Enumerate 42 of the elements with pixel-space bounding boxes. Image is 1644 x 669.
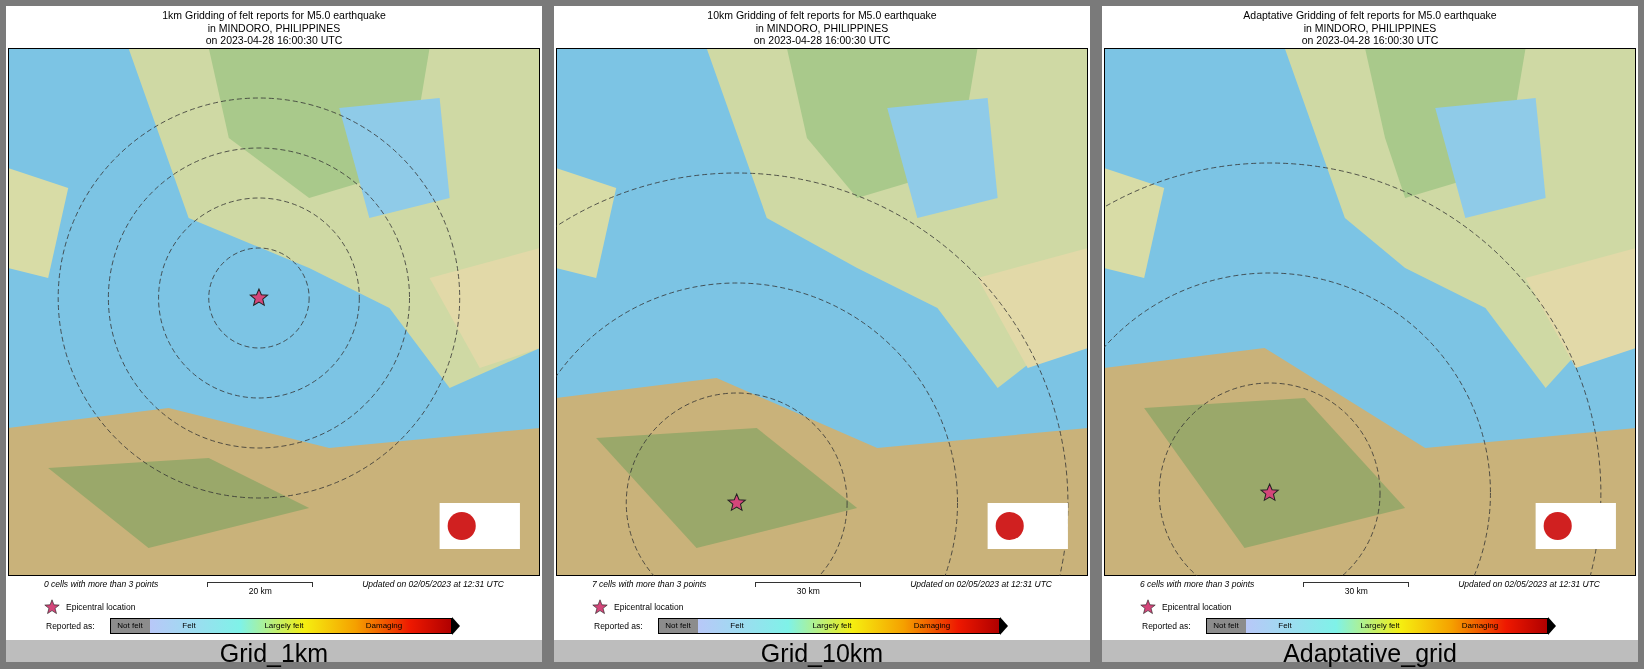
updated-note: Updated on 02/05/2023 at 12:31 UTC (910, 578, 1052, 591)
intensity-class-label: Felt (181, 620, 197, 632)
intensity-class-label: Largely felt (811, 620, 853, 632)
updated-note: Updated on 02/05/2023 at 12:31 UTC (1458, 578, 1600, 591)
reported-as-label: Reported as: (46, 619, 96, 633)
reported-as-label: Reported as: (594, 619, 644, 633)
map-title-line: 1km Gridding of felt reports for M5.0 earthquake (162, 9, 386, 22)
map-title-line: Adaptative Gridding of felt reports for M5.0 earthquake (1243, 9, 1497, 22)
cells-note: 0 cells with more than 3 points (44, 578, 159, 591)
intensity-class-label: Not felt (116, 620, 144, 632)
map-title-line: 10km Gridding of felt reports for M5.0 earthquake (707, 9, 937, 22)
intensity-class-label: Damaging (912, 620, 952, 632)
map-title-line: on 2023-04-28 16:00:30 UTC (205, 34, 343, 47)
intensity-class-label: Largely felt (1359, 620, 1401, 632)
map-title-line: in MINDORO, PHILIPPINES (755, 21, 889, 34)
cells-note: 6 cells with more than 3 points (1140, 578, 1255, 591)
map-title-line: on 2023-04-28 16:00:30 UTC (1301, 34, 1439, 47)
panel-caption: Grid_1km (219, 640, 329, 666)
intensity-class-label: Felt (1277, 620, 1293, 632)
scale-label: 30 km (796, 586, 820, 596)
panel-caption: Adaptative_grid (1283, 640, 1457, 666)
star-icon (44, 599, 60, 615)
scale-label: 30 km (1344, 586, 1368, 596)
intensity-class-label: Felt (729, 620, 745, 632)
reported-as-label: Reported as: (1142, 619, 1192, 633)
intensity-class-label: Damaging (1460, 620, 1500, 632)
updated-note: Updated on 02/05/2023 at 12:31 UTC (362, 578, 504, 591)
cells-note: 7 cells with more than 3 points (592, 578, 707, 591)
panel-caption: Grid_10km (760, 640, 884, 666)
map-title-line: on 2023-04-28 16:00:30 UTC (753, 34, 891, 47)
epicenter-label: Epicentral location (614, 600, 684, 614)
intensity-class-label: Largely felt (263, 620, 305, 632)
intensity-class-label: Not felt (664, 620, 692, 632)
map-title-line: in MINDORO, PHILIPPINES (1303, 21, 1437, 34)
intensity-class-label: Damaging (364, 620, 404, 632)
map-title-line: in MINDORO, PHILIPPINES (207, 21, 341, 34)
scale-label: 20 km (248, 586, 272, 596)
star-icon (1140, 599, 1156, 615)
intensity-class-label: Not felt (1212, 620, 1240, 632)
epicenter-label: Epicentral location (1162, 600, 1232, 614)
epicenter-label: Epicentral location (66, 600, 136, 614)
star-icon (592, 599, 608, 615)
